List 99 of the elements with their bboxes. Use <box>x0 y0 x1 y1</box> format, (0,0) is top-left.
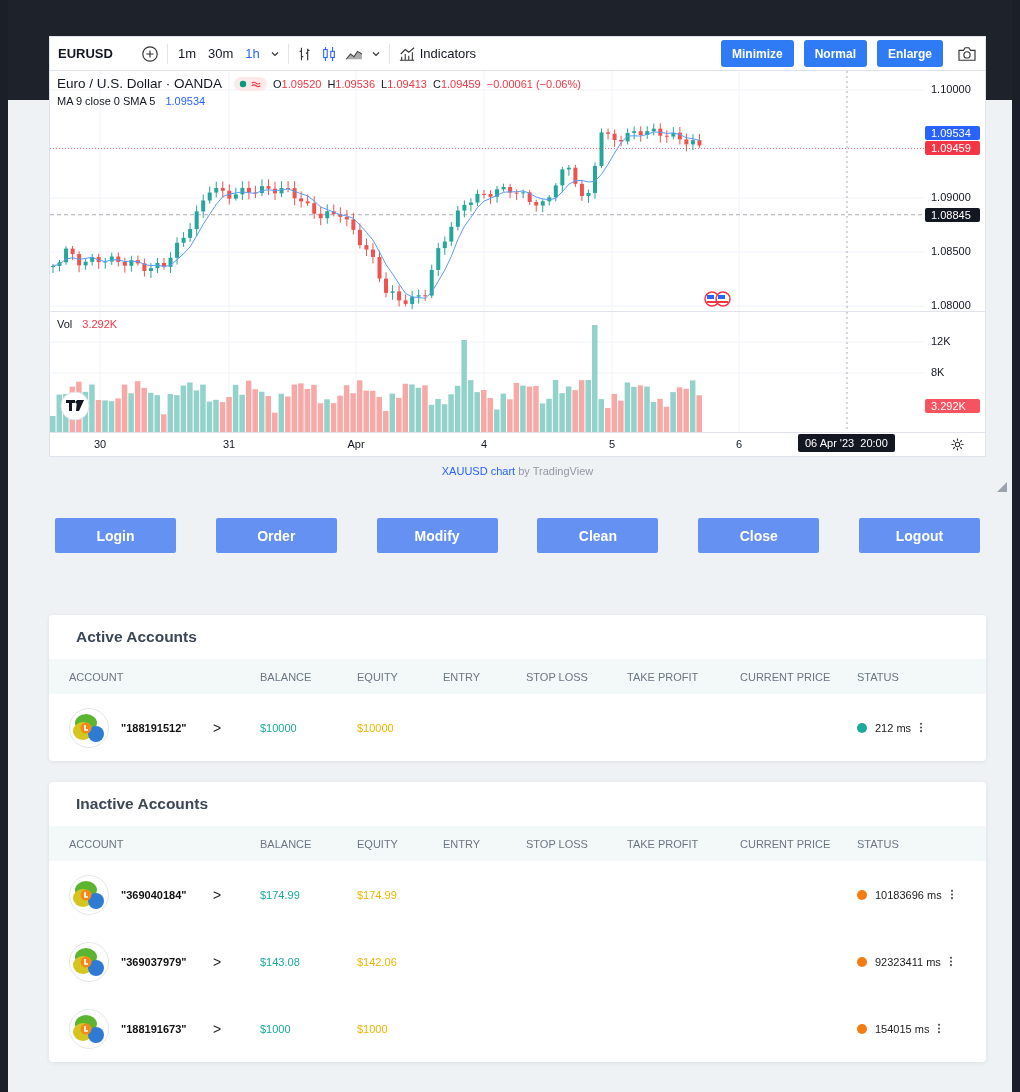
balance-cell-text: $143.08 <box>260 955 301 968</box>
symbol-title: Euro / U.S. Dollar · OANDA <box>57 76 223 91</box>
column-header: EQUITY <box>357 837 399 850</box>
market-status-pill[interactable] <box>234 76 268 91</box>
column-header: STATUS <box>857 837 900 850</box>
time-tick: 30 <box>93 438 107 450</box>
event-marker-icon <box>704 291 731 307</box>
attribution-text: XAUUSD chart by TradingView <box>441 465 594 477</box>
resize-handle-icon[interactable] <box>997 482 1007 492</box>
window-size-button[interactable]: Normal <box>803 40 867 67</box>
add-icon[interactable] <box>140 44 159 63</box>
account-logo-icon <box>69 707 109 748</box>
balance-cell-text: $174.99 <box>260 888 301 901</box>
time-tick: 6 <box>735 438 743 450</box>
more-options-icon[interactable] <box>949 889 954 900</box>
column-header: STOP LOSS <box>526 837 589 850</box>
price-tick: 1.08500 <box>931 245 971 257</box>
ohlc-value: O1.09520 <box>273 77 322 90</box>
more-options-icon[interactable] <box>948 956 953 967</box>
column-header: EQUITY <box>357 670 399 683</box>
account-logo-icon <box>69 1008 109 1049</box>
price-tag: 1.09534 <box>925 126 980 141</box>
price-tick: 1.10000 <box>931 83 971 95</box>
action-button[interactable]: Order <box>215 518 337 553</box>
column-header: ACCOUNT <box>69 837 125 850</box>
interval-tab[interactable]: 1h <box>243 44 262 63</box>
more-options-icon[interactable] <box>937 1023 942 1034</box>
ohlc-value: H1.09536 <box>327 77 376 90</box>
column-header: STATUS <box>857 670 900 683</box>
volume-value: 3.292K <box>82 318 118 330</box>
action-button[interactable]: Logout <box>859 518 980 553</box>
equity-cell-text: $142.06 <box>357 955 398 968</box>
expand-arrow[interactable]: > <box>213 953 222 970</box>
expand-arrow[interactable]: > <box>213 1020 222 1037</box>
camera-icon[interactable] <box>957 45 977 62</box>
ohlc-value: L1.09413 <box>381 77 427 90</box>
column-header: ACCOUNT <box>69 670 125 683</box>
indicator-value: 1.09534 <box>165 95 206 107</box>
indicators-button[interactable]: Indicators <box>397 45 477 62</box>
time-tick: Apr <box>347 438 365 450</box>
candlestick-icon[interactable] <box>320 45 337 62</box>
card-title: Active Accounts <box>75 627 198 647</box>
action-button[interactable]: Clean <box>537 518 659 553</box>
latency-text: 154015 ms <box>875 1022 930 1035</box>
window-size-button[interactable]: Minimize <box>720 40 794 67</box>
time-tick: 31 <box>222 438 236 450</box>
latency-text: 92323411 ms <box>875 955 941 968</box>
expand-arrow[interactable]: > <box>213 886 222 903</box>
account-logo-icon <box>69 941 109 982</box>
volume-tick: 8K <box>931 366 945 378</box>
interval-tab[interactable]: 30m <box>205 44 236 63</box>
balance-cell-text: $10000 <box>260 721 298 734</box>
ohlc-value: C1.09459 <box>433 77 481 90</box>
indicator-label: MA 9 close 0 SMA 5 <box>57 95 156 107</box>
price-tag: 1.09459 <box>925 141 980 156</box>
action-button[interactable]: Login <box>55 518 176 553</box>
chart-link[interactable]: XAUUSD chart <box>441 465 516 477</box>
account-number: "369040184" <box>121 888 188 901</box>
logo-icon <box>60 391 90 421</box>
latency-text: 10183696 ms <box>875 888 942 901</box>
status-dot-icon <box>239 79 248 88</box>
indicators-icon <box>397 45 416 62</box>
column-header: CURRENT PRICE <box>740 837 832 850</box>
action-button[interactable]: Modify <box>376 518 498 553</box>
price-tick: 1.08000 <box>931 299 971 311</box>
action-button[interactable]: Close <box>698 518 820 553</box>
price-change: −0.00061 (−0.06%) <box>486 77 581 90</box>
column-header: TAKE PROFIT <box>627 670 700 683</box>
time-tick: 4 <box>480 438 488 450</box>
volume-tick: 12K <box>931 335 951 347</box>
crosshair-time: 06 Apr '23 20:00 <box>798 434 895 452</box>
column-header: STOP LOSS <box>526 670 589 683</box>
column-header: ENTRY <box>443 837 482 850</box>
column-header: CURRENT PRICE <box>740 670 832 683</box>
card-title: Inactive Accounts <box>75 794 210 814</box>
account-logo-icon <box>69 874 109 915</box>
volume-tag: 3.292K <box>925 399 980 413</box>
time-tick: 5 <box>608 438 616 450</box>
window-size-button[interactable]: Enlarge <box>877 40 943 67</box>
price-tick: 1.09000 <box>931 191 971 203</box>
equity-cell-text: $1000 <box>357 1022 389 1035</box>
latency-text: 212 ms <box>875 721 912 734</box>
column-header: TAKE PROFIT <box>627 837 700 850</box>
account-number: "188191673" <box>121 1022 188 1035</box>
equity-cell-text: $174.99 <box>357 888 398 901</box>
price-tag: 1.08845 <box>925 207 980 222</box>
column-header: BALANCE <box>260 670 313 683</box>
interval-tab[interactable]: 1m <box>175 44 198 63</box>
more-options-icon[interactable] <box>919 722 924 733</box>
symbol-label[interactable]: EURUSD <box>58 46 113 61</box>
balance-cell-text: $1000 <box>260 1022 292 1035</box>
expand-arrow[interactable]: > <box>213 719 222 736</box>
column-header: BALANCE <box>260 837 313 850</box>
settings-icon[interactable] <box>950 437 965 452</box>
account-number: "369037979" <box>121 955 188 968</box>
column-header: ENTRY <box>443 670 482 683</box>
equity-cell-text: $10000 <box>357 721 395 734</box>
volume-label: Vol <box>57 318 73 330</box>
account-number: "188191512" <box>121 721 188 734</box>
